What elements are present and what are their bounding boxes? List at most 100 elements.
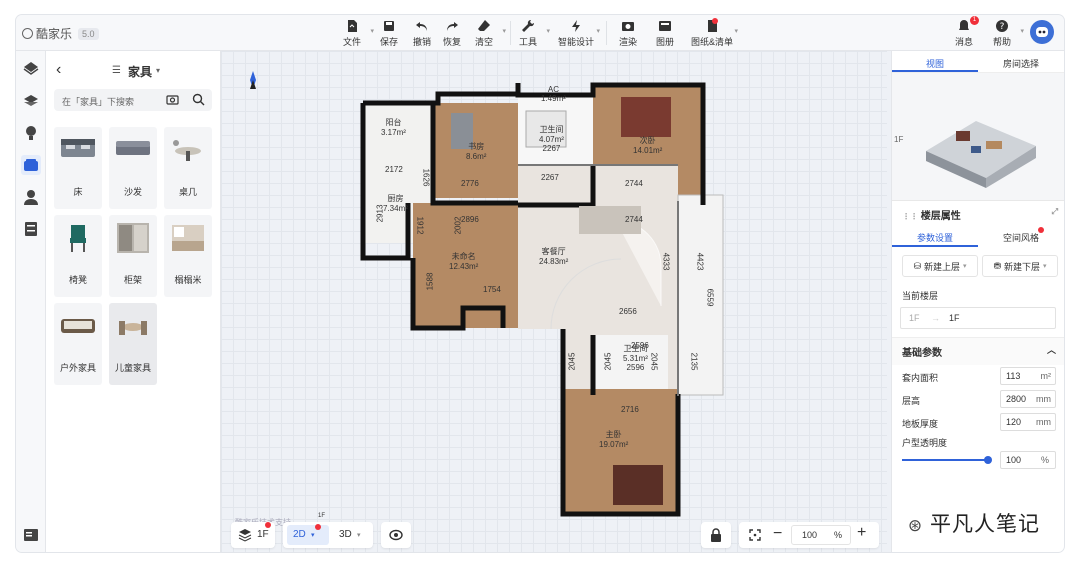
mode-3d-button[interactable]: 3D ▾ (333, 525, 369, 545)
nav-furniture[interactable] (21, 155, 41, 175)
search-icon[interactable] (192, 93, 205, 106)
dim-label: 2716 (621, 405, 639, 414)
room-living-dining[interactable]: 客餐厅 24.83m² (539, 246, 568, 266)
table-thumbnail (173, 140, 201, 161)
catalog-item-outdoor[interactable]: 户外家具 (54, 303, 102, 385)
tab-params[interactable]: 参数设置 (892, 225, 978, 247)
nav-cabinet[interactable] (21, 219, 41, 239)
notification-dot (1038, 227, 1044, 233)
nav-user[interactable] (21, 187, 41, 207)
floor-switcher[interactable]: 1F (231, 522, 275, 548)
mode-2d-button[interactable]: 2D ▾ (287, 524, 329, 545)
slider-handle[interactable] (984, 456, 992, 464)
dim-label: 4333 (661, 252, 671, 271)
catalog-item-label: 床 (73, 187, 83, 197)
transparency-slider[interactable] (902, 459, 988, 461)
3d-preview[interactable]: 1F (892, 73, 1064, 201)
clear-button[interactable]: 清空 ▾ (462, 19, 506, 48)
album-button[interactable]: 图册 (643, 19, 687, 48)
room-master-bedroom[interactable]: 主卧 19.07m² (599, 429, 628, 449)
transparency-input[interactable]: 100% (1000, 451, 1056, 469)
lock-button[interactable] (701, 522, 731, 548)
dim-label: 6559 (705, 288, 715, 307)
view-mode-switcher: 2D ▾ 3D ▾ (283, 522, 373, 548)
catalog-header: ‹ ☰ 家具 ▾ (46, 51, 220, 89)
visibility-toggle[interactable] (381, 522, 411, 548)
room-ac[interactable]: AC 1.49m² (541, 85, 566, 103)
app-version: 5.0 (78, 27, 99, 40)
catalog-search[interactable]: 在「家具」下搜索 (54, 89, 212, 111)
catalog-item-kids[interactable]: 儿童家具 (109, 303, 157, 385)
search-input[interactable]: 在「家具」下搜索 (62, 97, 134, 107)
floor-to: 1F (949, 313, 960, 323)
dim-label: 2045 (603, 352, 613, 371)
layers-icon (238, 529, 252, 542)
catalog-category[interactable]: 家具 (128, 63, 152, 80)
nav-collapse[interactable] (21, 525, 41, 545)
drawing-list-button[interactable]: 图纸&清单 ▾ (686, 19, 738, 48)
tab-view[interactable]: 视图 (892, 51, 978, 72)
render-label: 渲染 (618, 37, 637, 47)
dim-label: 2776 (461, 179, 479, 188)
chevron-down-icon[interactable]: ▾ (156, 66, 160, 75)
catalog-item-sofa[interactable]: 沙发 (109, 127, 157, 209)
expand-icon[interactable]: ⤢ (1052, 207, 1058, 217)
drag-handle-icon[interactable]: ⋮⋮ (902, 212, 918, 221)
thickness-input[interactable]: 120 mm (1000, 413, 1056, 431)
furniture-icon (24, 159, 38, 171)
bed-thumbnail (61, 139, 95, 157)
room-kitchen[interactable]: 厨房 7.34m² (383, 193, 408, 213)
add-floor-above-button[interactable]: ⛁ 新建上层 ▾ (902, 255, 978, 277)
room-bathroom[interactable]: 卫生间 4.07m² 2267 (539, 124, 564, 153)
height-input[interactable]: 2800 mm (1000, 390, 1056, 408)
nav-floor-layer[interactable] (21, 91, 41, 111)
catalog-item-chair[interactable]: 椅凳 (54, 215, 102, 297)
room-second-bedroom[interactable]: 次卧 14.01m² (633, 135, 662, 155)
nav-light[interactable] (21, 123, 41, 143)
current-floor-label: 当前楼层 (902, 291, 939, 301)
zoom-unit: % (833, 530, 842, 540)
balcony-east (677, 194, 724, 396)
help-button[interactable]: ? 帮助 ▾ (980, 19, 1024, 48)
param-thickness: 地板厚度 120 mm (892, 411, 1064, 434)
zoom-input[interactable]: 100 % (791, 525, 851, 545)
master-bed-model (613, 465, 663, 505)
area-input[interactable]: 113 m² (1000, 367, 1056, 385)
room-study[interactable]: 书房 8.6m² (466, 141, 486, 161)
light-icon (26, 126, 36, 140)
tools-button[interactable]: 工具 ▾ (506, 19, 550, 48)
user-avatar[interactable] (1030, 20, 1054, 44)
design-canvas[interactable]: AC 1.49m² 阳台 3.17m² 卫生间 4.07m² 2267 书房 8.6m² … (221, 51, 887, 552)
zoom-in-button[interactable]: + (857, 524, 866, 542)
dim-label: 2172 (385, 165, 403, 174)
robot-avatar-icon (1036, 27, 1048, 37)
smart-design-label: 智能设计 (557, 37, 594, 47)
catalog-item-cabinet[interactable]: 柜架 (109, 215, 157, 297)
room-balcony[interactable]: 阳台 3.17m² (381, 117, 406, 137)
dim-label: 1626 (421, 168, 431, 187)
property-tabs: 参数设置 空间风格 (892, 225, 1064, 247)
catalog-item-tatami[interactable]: 榻榻米 (164, 215, 212, 297)
tab-style[interactable]: 空间风格 (978, 225, 1064, 247)
bed-model (621, 97, 671, 137)
smart-design-button[interactable]: 智能设计 ▾ (552, 19, 600, 48)
zoom-out-button[interactable]: − (773, 525, 782, 543)
catalog-item-bed[interactable]: 床 (54, 127, 102, 209)
add-floor-below-button[interactable]: ⛃ 新建下层 ▾ (982, 255, 1058, 277)
top-toolbar: 酷家乐 5.0 文件 ▾ 保存 撤销 恢复 清空 ▾ 工具 ▾ 智能设计 ▾ 渲染 图册… (16, 15, 1064, 51)
mode-2d-label: 2D (293, 529, 306, 540)
fit-screen-icon[interactable] (749, 529, 761, 541)
camera-search-icon[interactable] (166, 93, 179, 106)
arrow-icon: → (931, 313, 940, 323)
catalog-panel: ‹ ☰ 家具 ▾ 在「家具」下搜索 床 沙发 桌几 椅凳 柜架 榻榻米 户外家具 (46, 51, 221, 552)
notification-dot (712, 18, 718, 24)
transparency-label: 户型透明度 (902, 438, 948, 448)
basic-params-header[interactable]: 基础参数 ︿ (892, 337, 1064, 365)
back-icon[interactable]: ‹ (56, 61, 61, 79)
nav-structure[interactable] (21, 59, 41, 79)
catalog-item-table[interactable]: 桌几 (164, 127, 212, 209)
tab-room-select[interactable]: 房间选择 (978, 51, 1064, 72)
layers-down-icon: ⛃ (993, 260, 1001, 271)
current-floor-select[interactable]: 1F → 1F (900, 307, 1056, 329)
room-unnamed[interactable]: 未命名 12.43m² (449, 251, 478, 271)
